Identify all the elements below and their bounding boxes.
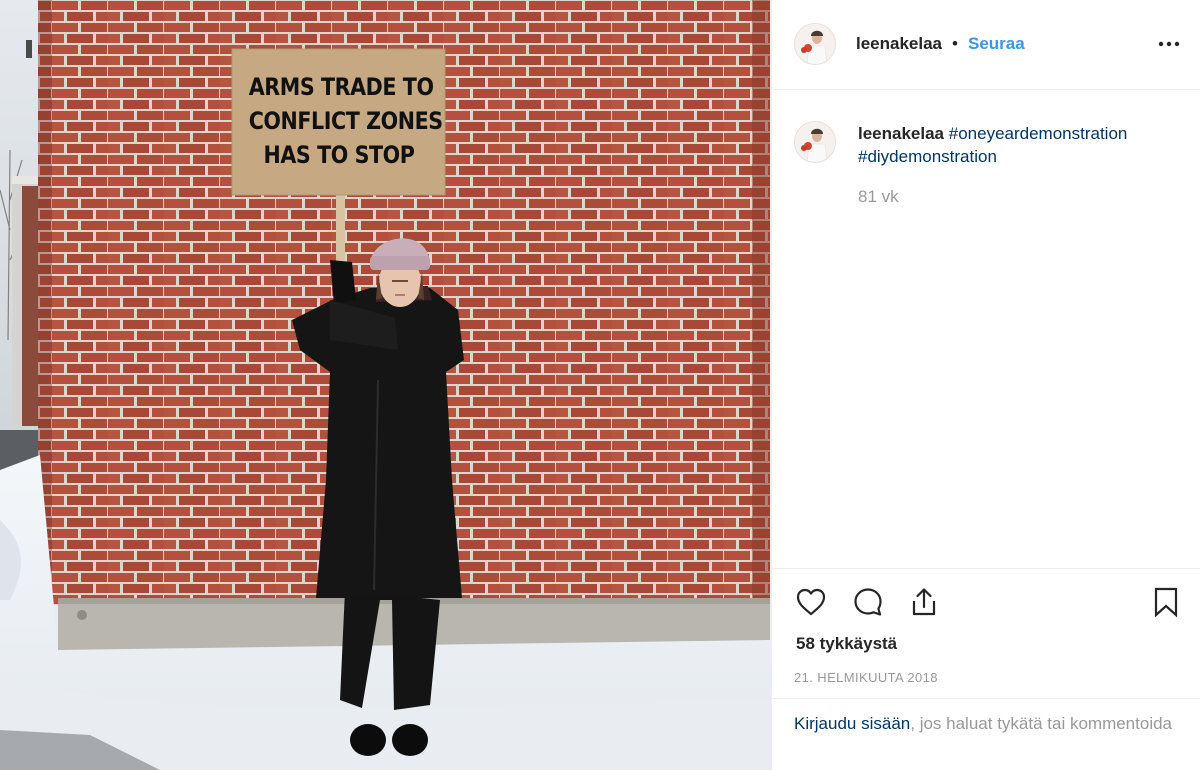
comment-time: 81 vk (858, 187, 899, 206)
header-username[interactable]: leenakelaa (856, 34, 942, 54)
comment-username[interactable]: leenakelaa (858, 124, 944, 143)
comment-icon[interactable] (851, 585, 885, 619)
more-horizontal-icon[interactable] (1156, 34, 1182, 54)
sign-line-3: HAS TO STOP (263, 141, 415, 169)
avatar[interactable] (794, 23, 836, 65)
sign-line-1: ARMS TRADE TO (248, 73, 434, 101)
post-date: 21. HELMIKUUTA 2018 (794, 670, 938, 685)
login-prompt: Kirjaudu sisään, jos haluat tykätä tai k… (772, 698, 1200, 770)
bookmark-icon[interactable] (1149, 585, 1183, 619)
login-link[interactable]: Kirjaudu sisään (794, 714, 910, 733)
protest-sign-text: ARMS TRADE TO CONFLICT ZONES HAS TO STOP (248, 70, 443, 172)
heart-icon[interactable] (794, 585, 828, 619)
post-actions: 58 tykkäystä 21. HELMIKUUTA 2018 (772, 568, 1200, 698)
follow-button[interactable]: Seuraa (968, 34, 1025, 54)
hashtag-link[interactable]: #oneyeardemonstration (949, 124, 1128, 143)
sign-line-2: CONFLICT ZONES (248, 107, 443, 135)
separator-dot: • (952, 34, 958, 53)
login-prompt-text: , jos haluat tykätä tai kommentoida (910, 714, 1172, 733)
caption-text: leenakelaa #oneyeardemonstration #diydem… (858, 122, 1178, 168)
likes-count[interactable]: 58 tykkäystä (796, 634, 897, 654)
post-header: leenakelaa • Seuraa (772, 0, 1200, 90)
post-photo[interactable]: ARMS TRADE TO CONFLICT ZONES HAS TO STOP (0, 0, 771, 770)
post-side-panel: leenakelaa • Seuraa leenakelaa #oneyeard… (771, 0, 1200, 770)
share-icon[interactable] (907, 585, 941, 619)
comment-avatar[interactable] (794, 121, 836, 163)
hashtag-link[interactable]: #diydemonstration (858, 147, 997, 166)
